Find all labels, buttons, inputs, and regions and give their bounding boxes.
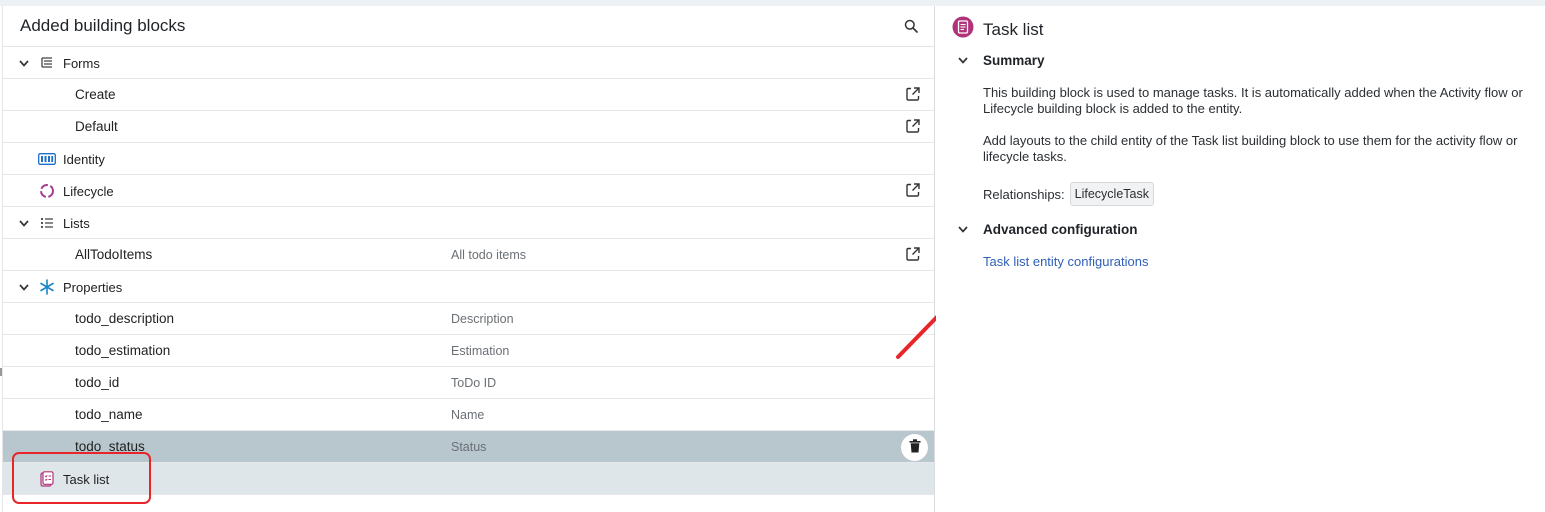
row-description: ToDo ID (451, 376, 497, 390)
tree-row-todo-id[interactable]: todo_id ToDo ID (3, 367, 934, 399)
tree-row-create[interactable]: Create (3, 79, 934, 111)
advanced-heading: Advanced configuration (983, 222, 1138, 237)
tree-row-todo-name[interactable]: todo_name Name (3, 399, 934, 431)
row-label: Forms (63, 56, 100, 71)
row-label: todo_id (75, 375, 120, 390)
list-icon (38, 215, 56, 231)
details-panel: Task list Summary This building block is… (936, 6, 1545, 512)
relationships-label: Relationships: (983, 186, 1065, 202)
chevron-down-icon[interactable] (956, 223, 970, 237)
tree-row-lifecycle[interactable]: Lifecycle (3, 175, 934, 207)
properties-icon (38, 279, 56, 295)
row-label: Lists (63, 216, 90, 231)
row-label: todo_description (75, 311, 175, 326)
row-label: todo_name (75, 407, 143, 422)
tree-row-default[interactable]: Default (3, 111, 934, 143)
row-label: Lifecycle (63, 184, 114, 199)
chevron-down-icon[interactable] (17, 216, 31, 230)
row-description: Name (451, 408, 485, 422)
row-description: Status (451, 440, 487, 454)
row-description: Description (451, 312, 514, 326)
summary-section-header[interactable]: Summary (956, 53, 1045, 68)
open-external-icon[interactable] (905, 86, 921, 102)
open-external-icon[interactable] (905, 182, 921, 198)
tree-row-lists[interactable]: Lists (3, 207, 934, 239)
building-blocks-panel: Added building blocks Forms Create Default… (2, 6, 935, 512)
chevron-down-icon[interactable] (956, 54, 970, 68)
row-description: All todo items (451, 248, 527, 262)
entity-configurations-link[interactable]: Task list entity configurations (983, 254, 1148, 269)
tree-row-properties[interactable]: Properties (3, 271, 934, 303)
row-label: Create (75, 87, 116, 102)
summary-heading: Summary (983, 53, 1045, 68)
relationships: Relationships: LifecycleTask (983, 182, 1154, 206)
annotation-highlight-box (12, 452, 151, 504)
row-description: Estimation (451, 344, 510, 358)
search-icon[interactable] (902, 17, 920, 35)
summary-paragraph-1: This building block is used to manage ta… (983, 85, 1523, 116)
row-label: Identity (63, 152, 105, 167)
tree-row-todo-description[interactable]: todo_description Description (3, 303, 934, 335)
chevron-down-icon[interactable] (17, 56, 31, 70)
tree-row-forms[interactable]: Forms (3, 47, 934, 79)
tree-row-identity[interactable]: Identity (3, 143, 934, 175)
building-blocks-tree: Forms Create Default Identity Lifecycle Lists… (3, 47, 934, 495)
details-header: Task list (952, 16, 1043, 43)
delete-button[interactable] (901, 434, 928, 461)
panel-title: Added building blocks (20, 16, 186, 35)
advanced-section-header[interactable]: Advanced configuration (956, 222, 1138, 237)
task-list-icon (952, 16, 974, 43)
forms-icon (38, 55, 56, 71)
panel-header: Added building blocks (3, 6, 934, 47)
tree-row-todo-estimation[interactable]: todo_estimation Estimation (3, 335, 934, 367)
relationship-tag[interactable]: LifecycleTask (1069, 182, 1154, 206)
row-label: todo_estimation (75, 343, 171, 358)
row-label: AllTodoItems (75, 247, 153, 262)
trash-icon (909, 439, 921, 456)
summary-paragraph-2: Add layouts to the child entity of the T… (983, 133, 1518, 164)
details-title: Task list (983, 19, 1044, 39)
identity-icon (38, 151, 56, 167)
open-external-icon[interactable] (905, 118, 921, 134)
open-external-icon[interactable] (905, 246, 921, 262)
row-label: Default (75, 119, 118, 134)
lifecycle-icon (38, 183, 56, 199)
tree-row-alltodoitems[interactable]: AllTodoItems All todo items (3, 239, 934, 271)
chevron-down-icon[interactable] (17, 280, 31, 294)
row-label: Properties (63, 280, 123, 295)
